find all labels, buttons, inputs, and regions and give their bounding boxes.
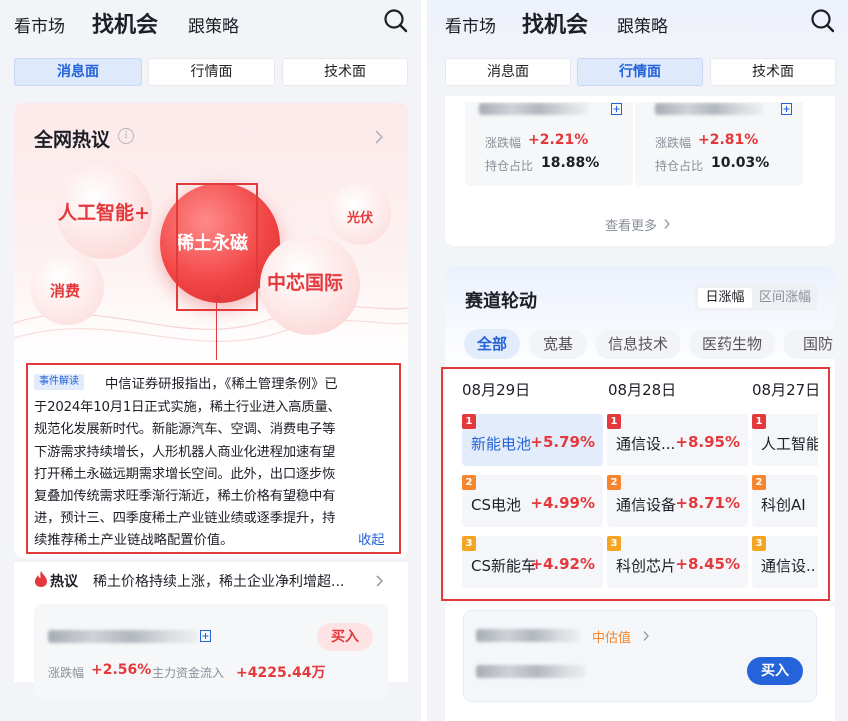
flow-label: 主力资金流入 [152,666,225,680]
fund-hold-value: 10.03% [711,155,770,171]
fund-change-value: +2.21% [528,132,589,148]
tab-quotes[interactable]: 行情面 [577,58,703,86]
chip-it[interactable]: 信息技术 [595,329,681,359]
top-nav: 看市场 找机会 跟策略 [0,0,421,44]
nav-market[interactable]: 看市场 [445,12,496,37]
change-label: 涨跌幅 [48,666,85,680]
highlight-rotation-box [441,367,830,601]
hot-topics-title: 全网热议 [34,129,111,151]
highlight-bubble-box [176,183,258,311]
search-icon[interactable] [810,8,836,34]
toggle-range[interactable]: 区间涨幅 [755,288,815,308]
hot-comment-chevron-icon[interactable] [375,574,384,588]
fund-change-value: +2.81% [698,132,759,148]
highlight-event-box [26,363,401,554]
nav-opportunity[interactable]: 找机会 [92,7,158,39]
hot-comment-label: 热议 [50,574,78,590]
top-nav: 看市场 找机会 跟策略 [427,0,848,44]
chip-pharma[interactable]: 医药生物 [689,329,775,359]
tab-news[interactable]: 消息面 [445,58,571,86]
search-icon[interactable] [383,8,409,34]
valuation-chevron-icon[interactable] [642,630,650,642]
bubble-consumer-label: 消费 [50,282,81,300]
left-panel: 看市场 找机会 跟策略 消息面 行情面 技术面 全网热议 i 人工智能+ 稀土永… [0,0,421,721]
fund-name-redacted [476,629,580,642]
right-panel: 涨跌幅 +2.21% 持仓占比 18.88% 涨跌幅 +2.81% 持仓占比 1… [427,0,848,721]
chevron-right-icon[interactable] [374,129,384,145]
tab-technical[interactable]: 技术面 [282,58,408,86]
hot-comment-text[interactable]: 稀土价格持续上涨，稀土企业净利增超... [93,571,344,591]
fund-hold-value: 18.88% [541,155,600,171]
toggle-daily[interactable]: 日涨幅 [698,288,752,308]
fund-change-label: 涨跌幅 [655,136,692,150]
fund-hold-label: 持仓占比 [485,159,534,173]
nav-strategy[interactable]: 跟策略 [617,12,668,37]
nav-strategy[interactable]: 跟策略 [188,12,239,37]
valuation-tag: 中估值 [592,631,632,646]
chip-defense[interactable]: 国防 [783,329,835,359]
funds-card-top-edge [445,96,835,102]
chip-all[interactable]: 全部 [464,329,520,359]
fund-add-icon[interactable] [611,103,622,115]
fund-name-redacted [479,103,589,115]
fund-hold-label: 持仓占比 [655,159,704,173]
chip-defense-clip: 国防 [783,329,835,359]
stock-name-redacted [48,630,198,643]
see-more-link[interactable]: 查看更多 [605,215,657,234]
tab-technical[interactable]: 技术面 [710,58,836,86]
buy-button[interactable]: 买入 [317,623,373,651]
nav-opportunity[interactable]: 找机会 [522,7,588,39]
bubble-smic-label: 中芯国际 [267,272,344,294]
chip-broad[interactable]: 宽基 [529,329,587,359]
bubble-pv-label: 光伏 [347,211,374,226]
fund-add-icon[interactable] [781,103,792,115]
see-more-chevron-icon[interactable] [663,218,671,230]
fund-info-redacted [476,665,586,678]
fund-change-label: 涨跌幅 [485,136,522,150]
bubble-ai-label: 人工智能+ [58,202,150,224]
change-value: +2.56% [91,662,152,678]
fund-name-redacted [655,103,763,115]
bottom-fund-card[interactable]: 中估值 买入 [463,610,817,702]
flow-value: +4225.44万 [236,665,326,681]
nav-market[interactable]: 看市场 [14,12,65,37]
rotation-title: 赛道轮动 [465,291,537,312]
stock-card[interactable]: 买入 涨跌幅 +2.56% 主力资金流入 +4225.44万 [34,604,388,698]
tab-quotes[interactable]: 行情面 [148,58,275,86]
rotation-toggle: 日涨幅 区间涨幅 [695,285,817,311]
flame-icon [35,571,47,587]
add-watchlist-icon[interactable] [200,630,211,642]
tab-news[interactable]: 消息面 [14,58,142,86]
info-icon[interactable]: i [118,128,134,144]
buy-button[interactable]: 买入 [747,657,803,685]
